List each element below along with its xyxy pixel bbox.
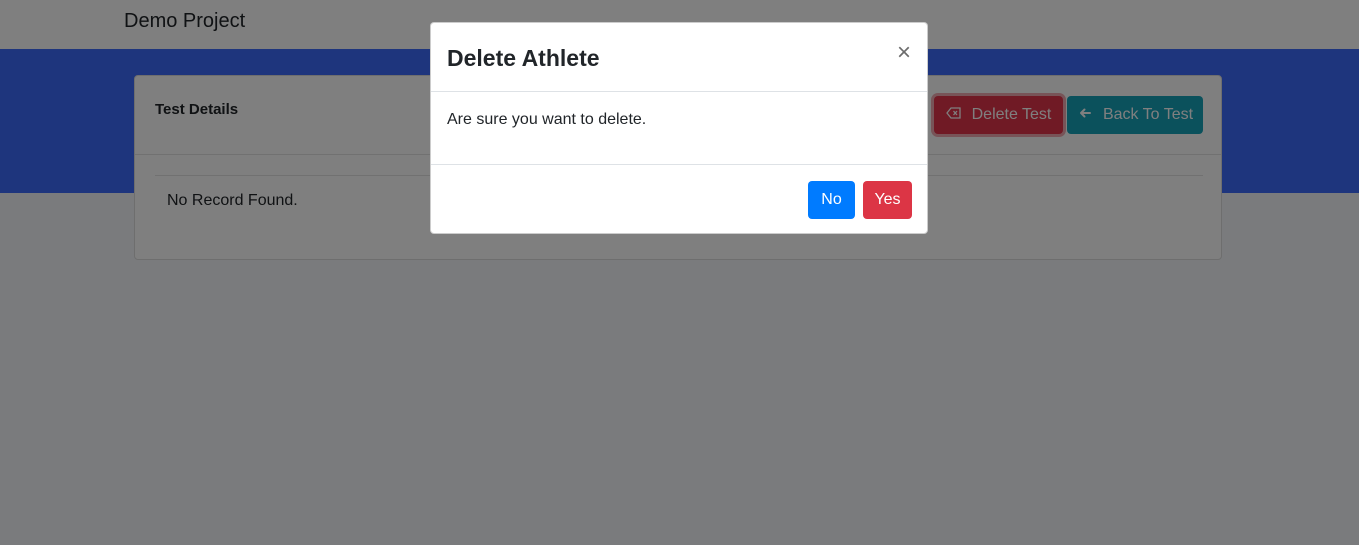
modal-title: Delete Athlete [447,45,600,71]
close-icon[interactable]: × [897,41,911,65]
modal-header: Delete Athlete × [431,23,927,92]
confirm-message: Are sure you want to delete. [447,111,647,128]
yes-button[interactable]: Yes [863,181,912,219]
modal-footer: No Yes [431,164,927,234]
no-button[interactable]: No [808,181,855,219]
delete-athlete-modal: Delete Athlete × Are sure you want to de… [430,22,928,234]
